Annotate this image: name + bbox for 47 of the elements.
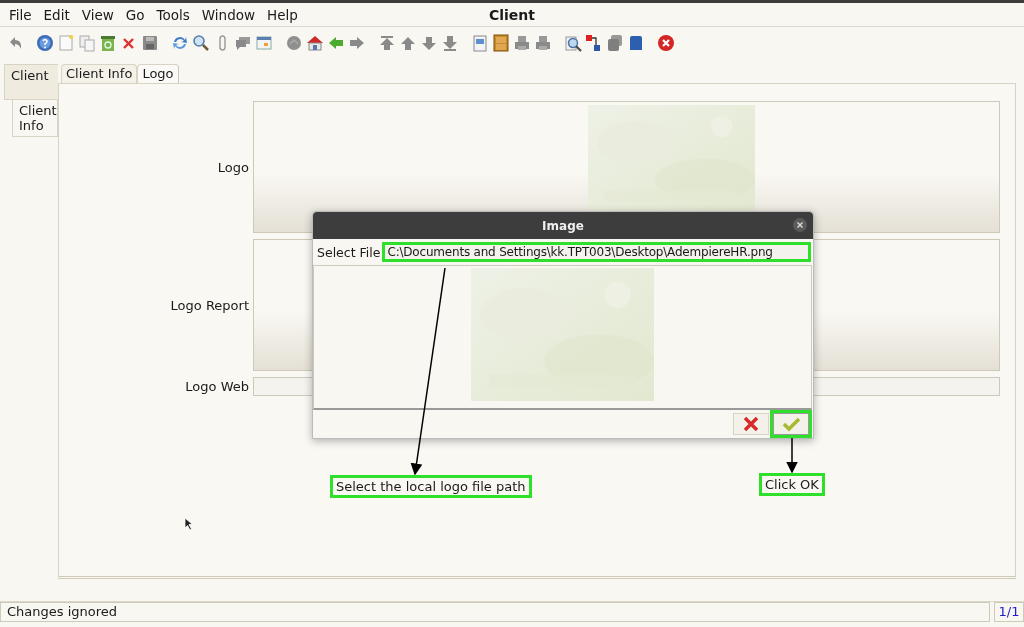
menu-item[interactable]: Edit	[37, 6, 76, 23]
close-icon[interactable]	[657, 33, 675, 52]
menu-item[interactable]: View	[75, 6, 120, 23]
x-icon	[741, 415, 761, 433]
help-icon[interactable]	[36, 33, 54, 52]
tab[interactable]: Logo	[137, 64, 179, 83]
bottom-arrow-icon[interactable]	[441, 33, 459, 52]
side-tab[interactable]: Client Info	[12, 100, 58, 137]
record-count: 1/1	[994, 602, 1024, 622]
search-icon[interactable]	[192, 33, 210, 52]
menu-item[interactable]: Go	[119, 6, 151, 23]
transfer-icon[interactable]	[585, 33, 603, 52]
checkmark-icon	[781, 416, 801, 432]
field-label: Logo	[216, 159, 249, 175]
ok-button[interactable]	[773, 413, 809, 435]
home-icon[interactable]	[306, 33, 324, 52]
tab[interactable]: Client Info	[61, 64, 138, 83]
field-label: Logo Report	[169, 297, 249, 313]
stack-icon[interactable]	[606, 33, 624, 52]
file-path-field[interactable]: C:\Documents and Settings\kk.TPT003\Desktop\AdempiereHR.png	[382, 242, 811, 262]
trash-icon[interactable]	[99, 33, 117, 52]
window-title: Client	[489, 6, 535, 23]
box-icon[interactable]	[627, 33, 645, 52]
callout-label: Select the local logo file path	[330, 475, 532, 498]
field-label: Logo Web	[184, 379, 249, 394]
save-icon[interactable]	[141, 33, 159, 52]
menu-item[interactable]: Tools	[150, 6, 196, 23]
menu-item[interactable]: Help	[261, 6, 304, 23]
side-tab[interactable]: Client	[4, 64, 58, 100]
status-message: Changes ignored	[0, 602, 990, 622]
circle-icon[interactable]	[285, 33, 303, 52]
menu-item[interactable]: File	[3, 6, 38, 23]
close-icon[interactable]	[793, 218, 807, 232]
printer-icon[interactable]	[513, 33, 531, 52]
cursor-icon	[184, 517, 194, 531]
table-icon[interactable]	[255, 33, 273, 52]
dialog-title: Image	[542, 218, 584, 233]
field-label: Select File	[316, 244, 381, 260]
menu-item[interactable]: Window	[195, 6, 262, 23]
cabinet-icon[interactable]	[492, 33, 510, 52]
arrow	[786, 437, 798, 474]
top-arrow-icon[interactable]	[378, 33, 396, 52]
zoom-icon[interactable]	[564, 33, 582, 52]
cancel-button[interactable]	[733, 413, 769, 435]
document-icon[interactable]	[471, 33, 489, 52]
callout-label: Click OK	[759, 473, 825, 496]
printer-icon[interactable]	[534, 33, 552, 52]
